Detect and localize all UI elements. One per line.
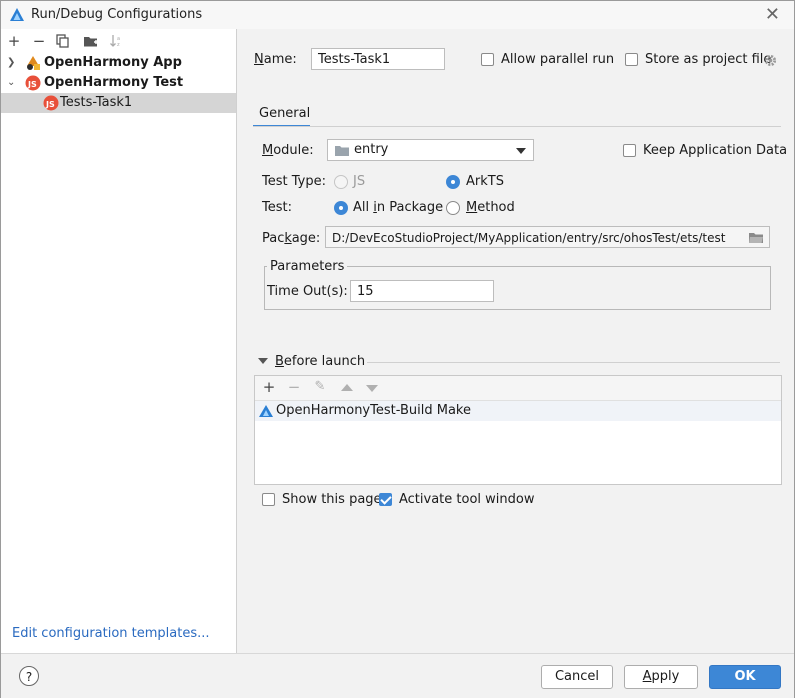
build-make-icon — [259, 405, 273, 417]
test-type-label: Test Type: — [262, 174, 326, 189]
dialog-button-bar: ? Cancel Apply OK — [1, 653, 794, 698]
add-icon[interactable]: + — [4, 31, 24, 51]
keep-application-data-label: Keep Application Data — [643, 143, 788, 158]
help-button[interactable]: ? — [19, 666, 39, 686]
copy-icon[interactable] — [56, 34, 70, 48]
remove-icon[interactable]: − — [29, 31, 49, 51]
svg-text:JS: JS — [27, 80, 37, 89]
parameters-title: Parameters — [267, 259, 348, 274]
before-launch-toolbar: + − ✎ — [255, 376, 781, 401]
move-down-icon[interactable] — [366, 385, 378, 392]
package-label: Package: — [262, 231, 321, 246]
tree-item-label: OpenHarmony Test — [44, 75, 184, 90]
run-debug-dialog: Run/Debug Configurations ✕ + − a z ❯ Ope… — [0, 0, 795, 698]
activate-tool-window-label: Activate tool window — [399, 492, 535, 507]
folder-browse-icon[interactable] — [748, 231, 764, 244]
test-type-arkts-label: ArkTS — [466, 174, 504, 189]
before-launch-divider — [367, 362, 780, 363]
js-test-icon: JS — [43, 95, 59, 111]
test-type-js-radio[interactable] — [334, 175, 348, 189]
tree-item-label: OpenHarmony App — [44, 55, 182, 70]
svg-text:z: z — [117, 42, 120, 48]
package-field[interactable]: D:/DevEcoStudioProject/MyApplication/ent… — [325, 226, 770, 248]
tab-general[interactable]: General — [253, 103, 316, 125]
test-type-arkts-radio[interactable] — [446, 175, 460, 189]
tree-item-label: Tests-Task1 — [60, 95, 133, 110]
test-method-radio[interactable] — [446, 201, 460, 215]
test-method-label: Method — [466, 200, 515, 215]
before-launch-item[interactable]: OpenHarmonyTest-Build Make — [255, 401, 781, 421]
store-project-checkbox[interactable] — [625, 53, 638, 66]
edit-configuration-templates-link[interactable]: Edit configuration templates... — [12, 626, 210, 641]
module-select[interactable]: entry — [327, 139, 534, 161]
store-project-label: Store as project file — [645, 52, 772, 67]
chevron-down-icon[interactable]: ⌄ — [7, 73, 17, 93]
allow-parallel-label: Allow parallel run — [501, 52, 615, 67]
test-all-in-package-label: All in Package — [353, 200, 444, 215]
ok-button[interactable]: OK — [709, 665, 781, 689]
tab-divider — [253, 126, 781, 127]
timeout-label: Time Out(s): — [267, 284, 348, 299]
test-label: Test: — [262, 200, 292, 215]
tree-toolbar: + − a z — [1, 29, 236, 53]
config-editor-pane: Name: Tests-Task1 Allow parallel run Sto… — [237, 29, 794, 653]
remove-task-icon[interactable]: − — [284, 377, 304, 397]
tree-item-openharmony-app[interactable]: ❯ OpenHarmony App — [1, 53, 236, 73]
deveco-app-icon — [10, 8, 24, 21]
config-tree-pane: + − a z ❯ OpenHarmony App ⌄ JS OpenHarmo… — [1, 29, 237, 653]
svg-text:JS: JS — [45, 100, 55, 109]
before-launch-item-label: OpenHarmonyTest-Build Make — [276, 403, 471, 418]
timeout-field[interactable]: 15 — [350, 280, 494, 302]
keep-application-data-checkbox[interactable] — [623, 144, 636, 157]
before-launch-title: Before launch — [275, 354, 366, 369]
module-select-value: entry — [354, 142, 389, 157]
activate-tool-window-checkbox[interactable] — [379, 493, 392, 506]
openharmony-app-icon — [27, 56, 40, 70]
module-label: Module: — [262, 143, 314, 158]
gear-icon[interactable] — [764, 54, 777, 67]
chevron-down-icon — [516, 148, 526, 154]
title-bar: Run/Debug Configurations ✕ — [1, 1, 794, 29]
show-this-page-label: Show this page — [282, 492, 382, 507]
module-folder-icon — [335, 146, 349, 156]
show-this-page-checkbox[interactable] — [262, 493, 275, 506]
before-launch-list: + − ✎ OpenHarmonyTest-Build Make — [254, 375, 782, 485]
tree-item-openharmony-test[interactable]: ⌄ JS OpenHarmony Test — [1, 73, 236, 93]
window-title: Run/Debug Configurations — [31, 7, 203, 22]
name-label: Name: — [254, 52, 297, 67]
cancel-button[interactable]: Cancel — [541, 665, 613, 689]
collapse-triangle-icon[interactable] — [258, 358, 268, 364]
test-type-js-label: JS — [353, 174, 366, 189]
move-up-icon[interactable] — [341, 384, 353, 391]
edit-task-icon[interactable]: ✎ — [310, 377, 330, 397]
chevron-right-icon[interactable]: ❯ — [7, 53, 17, 73]
apply-button[interactable]: Apply — [624, 665, 698, 689]
name-field[interactable]: Tests-Task1 — [311, 48, 445, 70]
folder-add-icon[interactable] — [83, 34, 99, 48]
close-icon[interactable]: ✕ — [765, 4, 780, 25]
add-task-icon[interactable]: + — [259, 377, 279, 397]
allow-parallel-checkbox[interactable] — [481, 53, 494, 66]
sort-icon[interactable]: a z — [109, 34, 125, 48]
tree-item-tests-task1[interactable]: JS Tests-Task1 — [1, 93, 236, 113]
js-test-icon: JS — [25, 75, 41, 91]
test-all-in-package-radio[interactable] — [334, 201, 348, 215]
